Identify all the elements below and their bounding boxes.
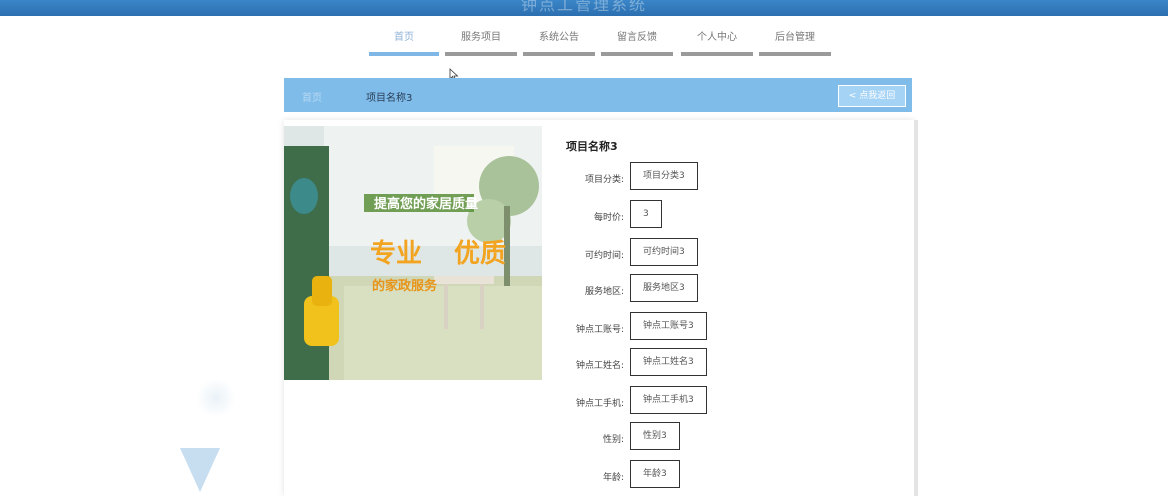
field-category: 项目分类: 项目分类3 (566, 162, 906, 192)
field-available-time: 可约时间: 可约时间3 (566, 238, 906, 268)
field-value: 项目分类3 (630, 162, 698, 190)
banner-subtext: 的家政服务 (372, 278, 438, 294)
nav-underline (523, 52, 595, 56)
field-value: 年龄3 (630, 460, 680, 488)
nav-item-announcements[interactable]: 系统公告 (523, 30, 595, 58)
nav-item-services[interactable]: 服务项目 (445, 30, 517, 58)
field-label: 可约时间: (584, 251, 624, 261)
nav-item-home[interactable]: 首页 (369, 30, 439, 58)
nav-item-label: 个人中心 (697, 32, 737, 43)
nav-item-label: 留言反馈 (617, 32, 657, 43)
background-decoration (196, 378, 236, 418)
detail-title: 项目名称3 (566, 140, 618, 153)
detail-card: 提高您的家居质量 专业 优质 的家政服务 项目名称3 项目分类: 项目分类3 每… (284, 120, 918, 496)
page-title: 项目名称3 (366, 93, 413, 104)
field-value: 钟点工账号3 (630, 312, 707, 340)
nav-item-label: 服务项目 (461, 32, 501, 43)
nav-item-label: 后台管理 (775, 32, 815, 43)
nav-item-profile[interactable]: 个人中心 (681, 30, 753, 58)
service-image: 提高您的家居质量 专业 优质 的家政服务 (284, 126, 542, 380)
field-label: 性别: (602, 435, 624, 445)
field-service-area: 服务地区: 服务地区3 (566, 274, 906, 304)
field-label: 服务地区: (584, 287, 624, 297)
site-title: 钟点工管理系统 (520, 0, 647, 14)
field-value: 可约时间3 (630, 238, 698, 266)
card-header: 首页 项目名称3 < 点我返回 (284, 78, 912, 112)
field-value: 性别3 (630, 422, 680, 450)
field-label: 钟点工姓名: (575, 361, 624, 371)
nav-underline (445, 52, 517, 56)
nav-underline (759, 52, 831, 56)
field-value: 钟点工手机3 (630, 386, 707, 414)
banner-headline: 提高您的家居质量 (374, 196, 478, 212)
nav-underline (601, 52, 673, 56)
nav-underline (369, 52, 439, 56)
field-value: 服务地区3 (630, 274, 698, 302)
breadcrumb-home-link[interactable]: 首页 (302, 89, 322, 104)
field-worker-account: 钟点工账号: 钟点工账号3 (566, 312, 906, 342)
field-label: 年龄: (602, 473, 624, 483)
field-gender: 性别: 性别3 (566, 422, 906, 452)
field-hourly-price: 每时价: 3 (566, 200, 906, 230)
background-decoration (180, 448, 220, 492)
banner-slogan-2: 优质 (454, 239, 506, 269)
nav-item-feedback[interactable]: 留言反馈 (601, 30, 673, 58)
field-value: 钟点工姓名3 (630, 348, 707, 376)
banner-slogan-1: 专业 (370, 239, 422, 269)
back-button[interactable]: < 点我返回 (838, 85, 906, 107)
nav-item-label: 系统公告 (539, 32, 579, 43)
field-age: 年龄: 年龄3 (566, 460, 906, 490)
field-value: 3 (630, 200, 662, 228)
field-worker-phone: 钟点工手机: 钟点工手机3 (566, 386, 906, 416)
field-label: 项目分类: (584, 175, 624, 185)
field-worker-name: 钟点工姓名: 钟点工姓名3 (566, 348, 906, 378)
field-label: 每时价: (593, 213, 624, 223)
field-label: 钟点工账号: (575, 325, 624, 335)
nav-item-admin[interactable]: 后台管理 (759, 30, 831, 58)
field-label: 钟点工手机: (575, 399, 624, 409)
nav-item-label: 首页 (394, 32, 414, 43)
nav-underline (681, 52, 753, 56)
